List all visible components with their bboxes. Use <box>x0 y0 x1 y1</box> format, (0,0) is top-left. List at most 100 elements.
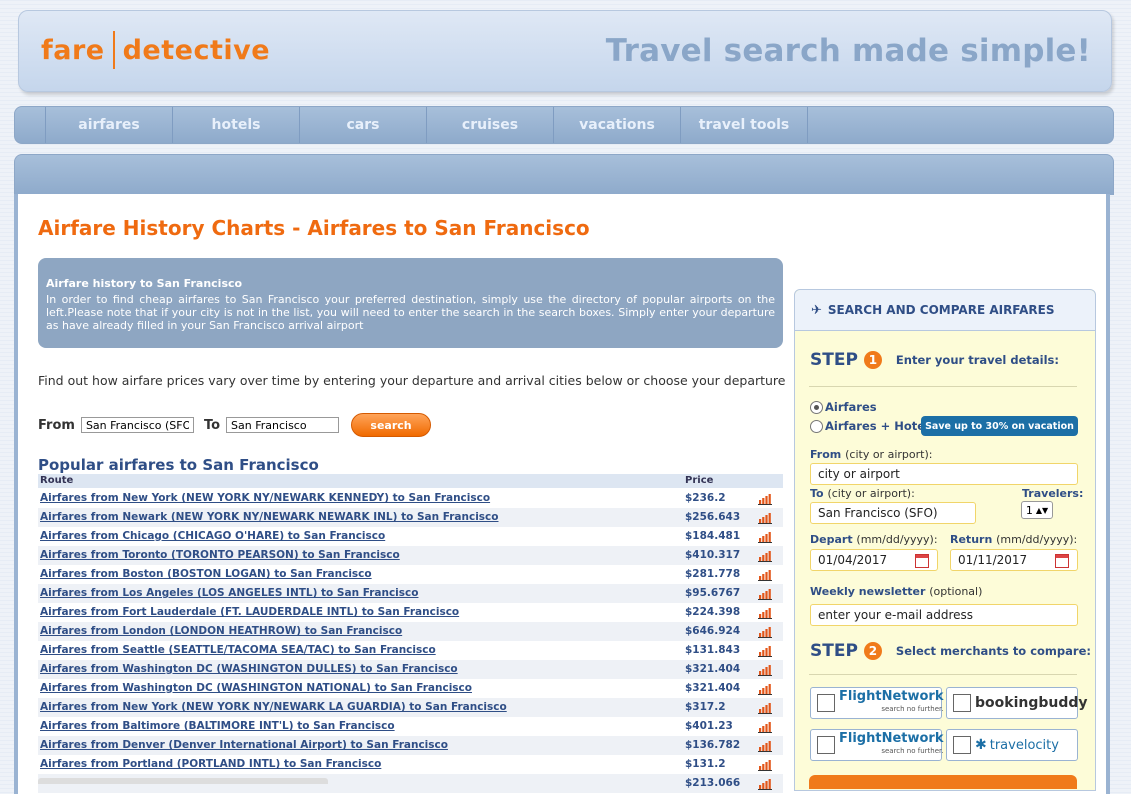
compare-button[interactable] <box>809 775 1077 789</box>
route-link[interactable]: Airfares from Fort Lauderdale (FT. LAUDE… <box>40 606 459 618</box>
step-1-description: Enter your travel details: <box>895 353 1059 367</box>
route-price: $95.6767 <box>685 587 741 599</box>
merchant-flightnetwork-2[interactable]: FlightNetwork search no further. <box>810 729 943 761</box>
route-price: $213.066 <box>685 777 741 789</box>
price-chart-icon[interactable] <box>758 569 772 581</box>
price-chart-icon[interactable] <box>758 531 772 543</box>
radio-airfares-dot[interactable] <box>810 400 823 414</box>
info-box: Airfare history to San Francisco In orde… <box>38 258 783 348</box>
price-chart-icon[interactable] <box>758 645 772 657</box>
radio-airfares[interactable]: Airfares <box>810 400 877 414</box>
column-price: Price <box>685 475 714 486</box>
return-date-input[interactable]: 01/11/2017 <box>950 549 1078 571</box>
step-2: STEP 2 Select merchants to compare: <box>810 641 1091 661</box>
site-header: fare detective Travel search made simple… <box>18 10 1112 92</box>
search-button[interactable]: search <box>351 413 432 437</box>
nav-cars[interactable]: cars <box>299 107 426 143</box>
step-2-word: STEP <box>810 641 858 661</box>
route-price: $321.404 <box>685 663 741 675</box>
route-link[interactable]: Airfares from New York (NEW YORK NY/NEWA… <box>40 492 490 504</box>
price-chart-icon[interactable] <box>758 588 772 600</box>
route-link[interactable]: Airfares from New York (NEW YORK NY/NEWA… <box>40 701 507 713</box>
panel-to-input[interactable]: San Francisco (SFO) <box>810 502 976 524</box>
to-label-text: To <box>810 487 824 500</box>
price-chart-icon[interactable] <box>758 683 772 695</box>
route-link[interactable]: Airfares from Washington DC (WASHINGTON … <box>40 663 458 675</box>
radio-airfares-label: Airfares <box>825 400 877 414</box>
step-1-number: 1 <box>863 351 882 369</box>
price-chart-icon[interactable] <box>758 778 772 790</box>
price-chart-icon[interactable] <box>758 664 772 676</box>
route-price: $131.843 <box>685 644 741 656</box>
flightnetwork-logo: FlightNetwork search no further. <box>839 690 943 715</box>
logo-detective: detective <box>122 34 271 66</box>
price-chart-icon[interactable] <box>758 702 772 714</box>
nav-cruises[interactable]: cruises <box>426 107 553 143</box>
merchant-flightnetwork-1[interactable]: FlightNetwork search no further. <box>810 687 943 719</box>
route-link[interactable]: Airfares from Denver (Denver Internation… <box>40 739 448 751</box>
nav-hotels[interactable]: hotels <box>172 107 299 143</box>
route-link[interactable]: Airfares from Baltimore (BALTIMORE INT'L… <box>40 720 395 732</box>
divider <box>809 386 1077 387</box>
depart-date-input[interactable]: 01/04/2017 <box>810 549 938 571</box>
site-logo[interactable]: fare detective <box>41 31 270 69</box>
calendar-icon[interactable] <box>915 554 929 568</box>
price-chart-icon[interactable] <box>758 626 772 638</box>
route-link[interactable]: Airfares from Boston (BOSTON LOGAN) to S… <box>40 568 372 580</box>
route-link[interactable]: Airfares from Toronto (TORONTO PEARSON) … <box>40 549 400 561</box>
horizontal-scrollbar[interactable] <box>38 778 328 784</box>
table-row: Airfares from Toronto (TORONTO PEARSON) … <box>38 546 783 565</box>
search-row: From To search <box>38 413 432 437</box>
merchant-checkbox[interactable] <box>817 694 835 712</box>
bookingbuddy-logo: bookingbuddy <box>975 695 1088 711</box>
price-chart-icon[interactable] <box>758 740 772 752</box>
flightnetwork-logo: FlightNetwork search no further. <box>839 732 943 757</box>
merchant-bookingbuddy[interactable]: bookingbuddy <box>946 687 1088 719</box>
to-input[interactable] <box>226 417 340 433</box>
price-chart-icon[interactable] <box>758 493 772 505</box>
from-input[interactable] <box>80 417 194 433</box>
return-label-text: Return <box>950 533 993 546</box>
travelers-value: 1 <box>1025 503 1033 517</box>
price-chart-icon[interactable] <box>758 721 772 733</box>
route-link[interactable]: Airfares from Seattle (SEATTLE/TACOMA SE… <box>40 644 436 656</box>
route-link[interactable]: Airfares from Chicago (CHICAGO O'HARE) t… <box>40 530 385 542</box>
merchant-checkbox[interactable] <box>953 736 971 754</box>
merchant-travelocity[interactable]: ✱ travelocity <box>946 729 1078 761</box>
travelers-select[interactable]: 1 ▲▼ <box>1021 501 1053 519</box>
radio-airfares-hotel-dot[interactable] <box>810 419 823 433</box>
route-price: $281.778 <box>685 568 741 580</box>
nav-travel-tools[interactable]: travel tools <box>680 107 808 143</box>
calendar-icon[interactable] <box>1055 554 1069 568</box>
merchant-checkbox[interactable] <box>953 694 971 712</box>
panel-from-input[interactable]: city or airport <box>810 463 1078 485</box>
step-1: STEP 1 Enter your travel details: <box>810 350 1059 370</box>
merchant-checkbox[interactable] <box>817 736 835 754</box>
route-link[interactable]: Airfares from Los Angeles (LOS ANGELES I… <box>40 587 418 599</box>
travelocity-logo: travelocity <box>989 737 1059 753</box>
route-link[interactable]: Airfares from Newark (NEW YORK NY/NEWARK… <box>40 511 499 523</box>
price-chart-icon[interactable] <box>758 759 772 771</box>
nav-airfares[interactable]: airfares <box>45 107 172 143</box>
price-chart-icon[interactable] <box>758 550 772 562</box>
nav-vacations[interactable]: vacations <box>553 107 680 143</box>
table-row: Airfares from New York (NEW YORK NY/NEWA… <box>38 489 783 508</box>
to-label: To <box>203 417 221 433</box>
route-link[interactable]: Airfares from London (LONDON HEATHROW) t… <box>40 625 402 637</box>
step-2-description: Select merchants to compare: <box>895 644 1091 658</box>
route-price: $136.782 <box>685 739 741 751</box>
table-row: Airfares from Baltimore (BALTIMORE INT'L… <box>38 717 783 736</box>
price-chart-icon[interactable] <box>758 607 772 619</box>
table-header: Route Price <box>38 474 783 488</box>
newsletter-email-input[interactable]: enter your e-mail address <box>810 604 1078 626</box>
route-link[interactable]: Airfares from Portland (PORTLAND INTL) t… <box>40 758 381 770</box>
content-frame-top <box>14 154 1114 195</box>
vacation-promo-button[interactable]: Save up to 30% on vacation <box>921 416 1078 436</box>
route-link[interactable]: Airfares from Washington DC (WASHINGTON … <box>40 682 472 694</box>
table-row: Airfares from Denver (Denver Internation… <box>38 736 783 755</box>
radio-airfares-hotel[interactable]: Airfares + Hotel <box>810 419 929 433</box>
route-price: $321.404 <box>685 682 741 694</box>
newsletter-label-text: Weekly newsletter <box>810 585 926 598</box>
price-chart-icon[interactable] <box>758 512 772 524</box>
divider <box>809 674 1077 675</box>
